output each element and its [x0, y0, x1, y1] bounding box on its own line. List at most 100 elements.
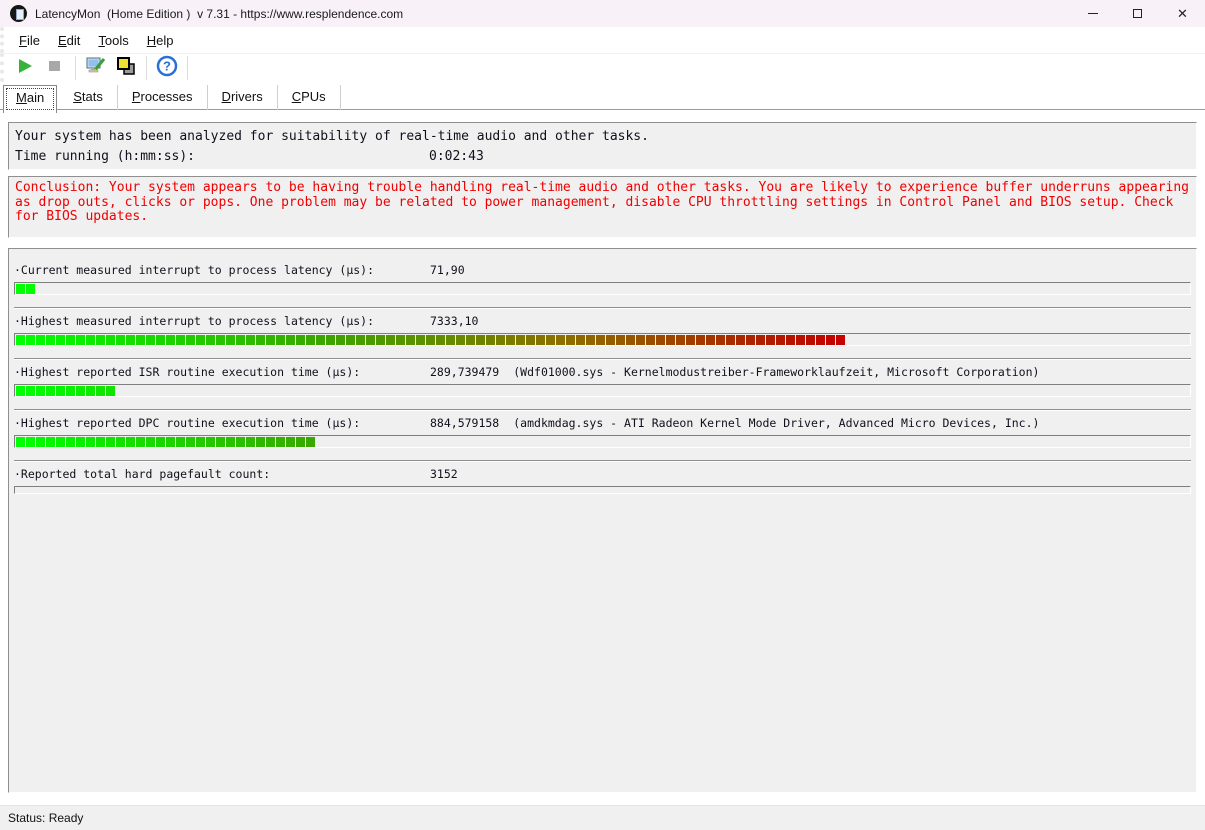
bar-segment	[776, 335, 785, 345]
bar-segment	[96, 386, 105, 396]
measurement-label: ·Highest reported ISR routine execution …	[14, 363, 430, 381]
bar-segment	[686, 335, 695, 345]
row-separator	[14, 460, 1191, 462]
tab-cpus[interactable]: CPUs	[278, 85, 341, 110]
bar-segment	[236, 437, 245, 447]
bar-segment	[296, 437, 305, 447]
bar-segment	[66, 335, 75, 345]
bar-segment	[66, 386, 75, 396]
bar-segment	[236, 335, 245, 345]
bar-segment	[436, 335, 445, 345]
menu-item-help[interactable]: Help	[138, 30, 183, 51]
row-separator	[14, 409, 1191, 411]
bar-segment	[186, 335, 195, 345]
bar-segment	[286, 335, 295, 345]
bar-segment	[26, 386, 35, 396]
bar-segment	[566, 335, 575, 345]
measurement-label: ·Highest reported DPC routine execution …	[14, 414, 430, 432]
copy-report-button[interactable]	[111, 55, 141, 81]
bar-segment	[346, 335, 355, 345]
bar-segment	[816, 335, 825, 345]
bar-segment	[156, 437, 165, 447]
bar-segment	[26, 437, 35, 447]
bar-segment	[246, 437, 255, 447]
row-separator	[14, 307, 1191, 309]
bar-segment	[266, 335, 275, 345]
bar-segment	[16, 386, 25, 396]
bar-segment	[616, 335, 625, 345]
bar-segment	[276, 437, 285, 447]
bar-segment	[486, 335, 495, 345]
measurement-detail: (Wdf01000.sys - Kernelmodustreiber-Frame…	[513, 363, 1039, 381]
bar-segment	[136, 335, 145, 345]
minimize-button[interactable]	[1070, 0, 1115, 27]
measurement-value: 71,90	[430, 261, 465, 279]
stop-monitor-button	[40, 55, 70, 81]
bar-segment	[296, 335, 305, 345]
bar-segment	[276, 335, 285, 345]
app-icon	[10, 5, 27, 22]
tab-processes[interactable]: Processes	[118, 85, 208, 110]
bar-segment	[216, 437, 225, 447]
bar-segment	[596, 335, 605, 345]
bar-segment	[406, 335, 415, 345]
bar-segment	[156, 335, 165, 345]
measurement-label: ·Current measured interrupt to process l…	[14, 261, 430, 279]
bar-segment	[36, 386, 45, 396]
bar-segment	[786, 335, 795, 345]
start-monitor-button[interactable]	[10, 55, 40, 81]
tab-stats[interactable]: Stats	[59, 85, 118, 110]
options-button[interactable]	[81, 55, 111, 81]
bar-segment	[756, 335, 765, 345]
bar-segment	[556, 335, 565, 345]
bar-segment	[356, 335, 365, 345]
window-title: LatencyMon (Home Edition ) v 7.31 - http…	[35, 7, 403, 21]
bar-segment	[656, 335, 665, 345]
bar-segment	[56, 437, 65, 447]
latency-bar	[14, 486, 1191, 494]
bar-segment	[206, 335, 215, 345]
bar-segment	[806, 335, 815, 345]
bar-segment	[636, 335, 645, 345]
bar-segment	[516, 335, 525, 345]
status-text: Status: Ready	[8, 811, 83, 825]
close-button[interactable]: ✕	[1160, 0, 1205, 27]
bar-segment	[466, 335, 475, 345]
status-bar: Status: Ready	[0, 805, 1205, 830]
measurement-row: ·Reported total hard pagefault count:315…	[9, 465, 1196, 494]
copy-icon	[115, 55, 137, 82]
menu-item-edit[interactable]: Edit	[49, 30, 89, 51]
help-button[interactable]: ?	[152, 55, 182, 81]
bar-segment	[336, 335, 345, 345]
menu-item-file[interactable]: File	[10, 30, 49, 51]
bar-segment	[26, 284, 35, 294]
maximize-button[interactable]	[1115, 0, 1160, 27]
svg-text:?: ?	[163, 58, 171, 73]
measurement-label: ·Reported total hard pagefault count:	[14, 465, 430, 483]
latency-bar	[14, 435, 1191, 448]
bar-segment	[696, 335, 705, 345]
bar-segment	[536, 335, 545, 345]
bar-segment	[206, 437, 215, 447]
bar-segment	[526, 335, 535, 345]
bar-segment	[506, 335, 515, 345]
bar-segment	[76, 386, 85, 396]
menu-item-tools[interactable]: Tools	[89, 30, 137, 51]
conclusion-panel: Conclusion: Your system appears to be ha…	[8, 176, 1197, 238]
tab-drivers[interactable]: Drivers	[208, 85, 278, 110]
bar-segment	[716, 335, 725, 345]
stop-icon	[44, 55, 66, 82]
measurement-label: ·Highest measured interrupt to process l…	[14, 312, 430, 330]
bar-segment	[706, 335, 715, 345]
main-tab-page: Your system has been analyzed for suitab…	[0, 113, 1205, 805]
analysis-intro: Your system has been analyzed for suitab…	[15, 127, 1190, 147]
bar-segment	[426, 335, 435, 345]
tab-main[interactable]: Main	[3, 85, 57, 113]
bar-segment	[476, 335, 485, 345]
bar-segment	[76, 437, 85, 447]
toolbar-separator	[187, 56, 188, 80]
bar-segment	[416, 335, 425, 345]
bar-segment	[496, 335, 505, 345]
bar-segment	[116, 335, 125, 345]
bar-segment	[56, 386, 65, 396]
